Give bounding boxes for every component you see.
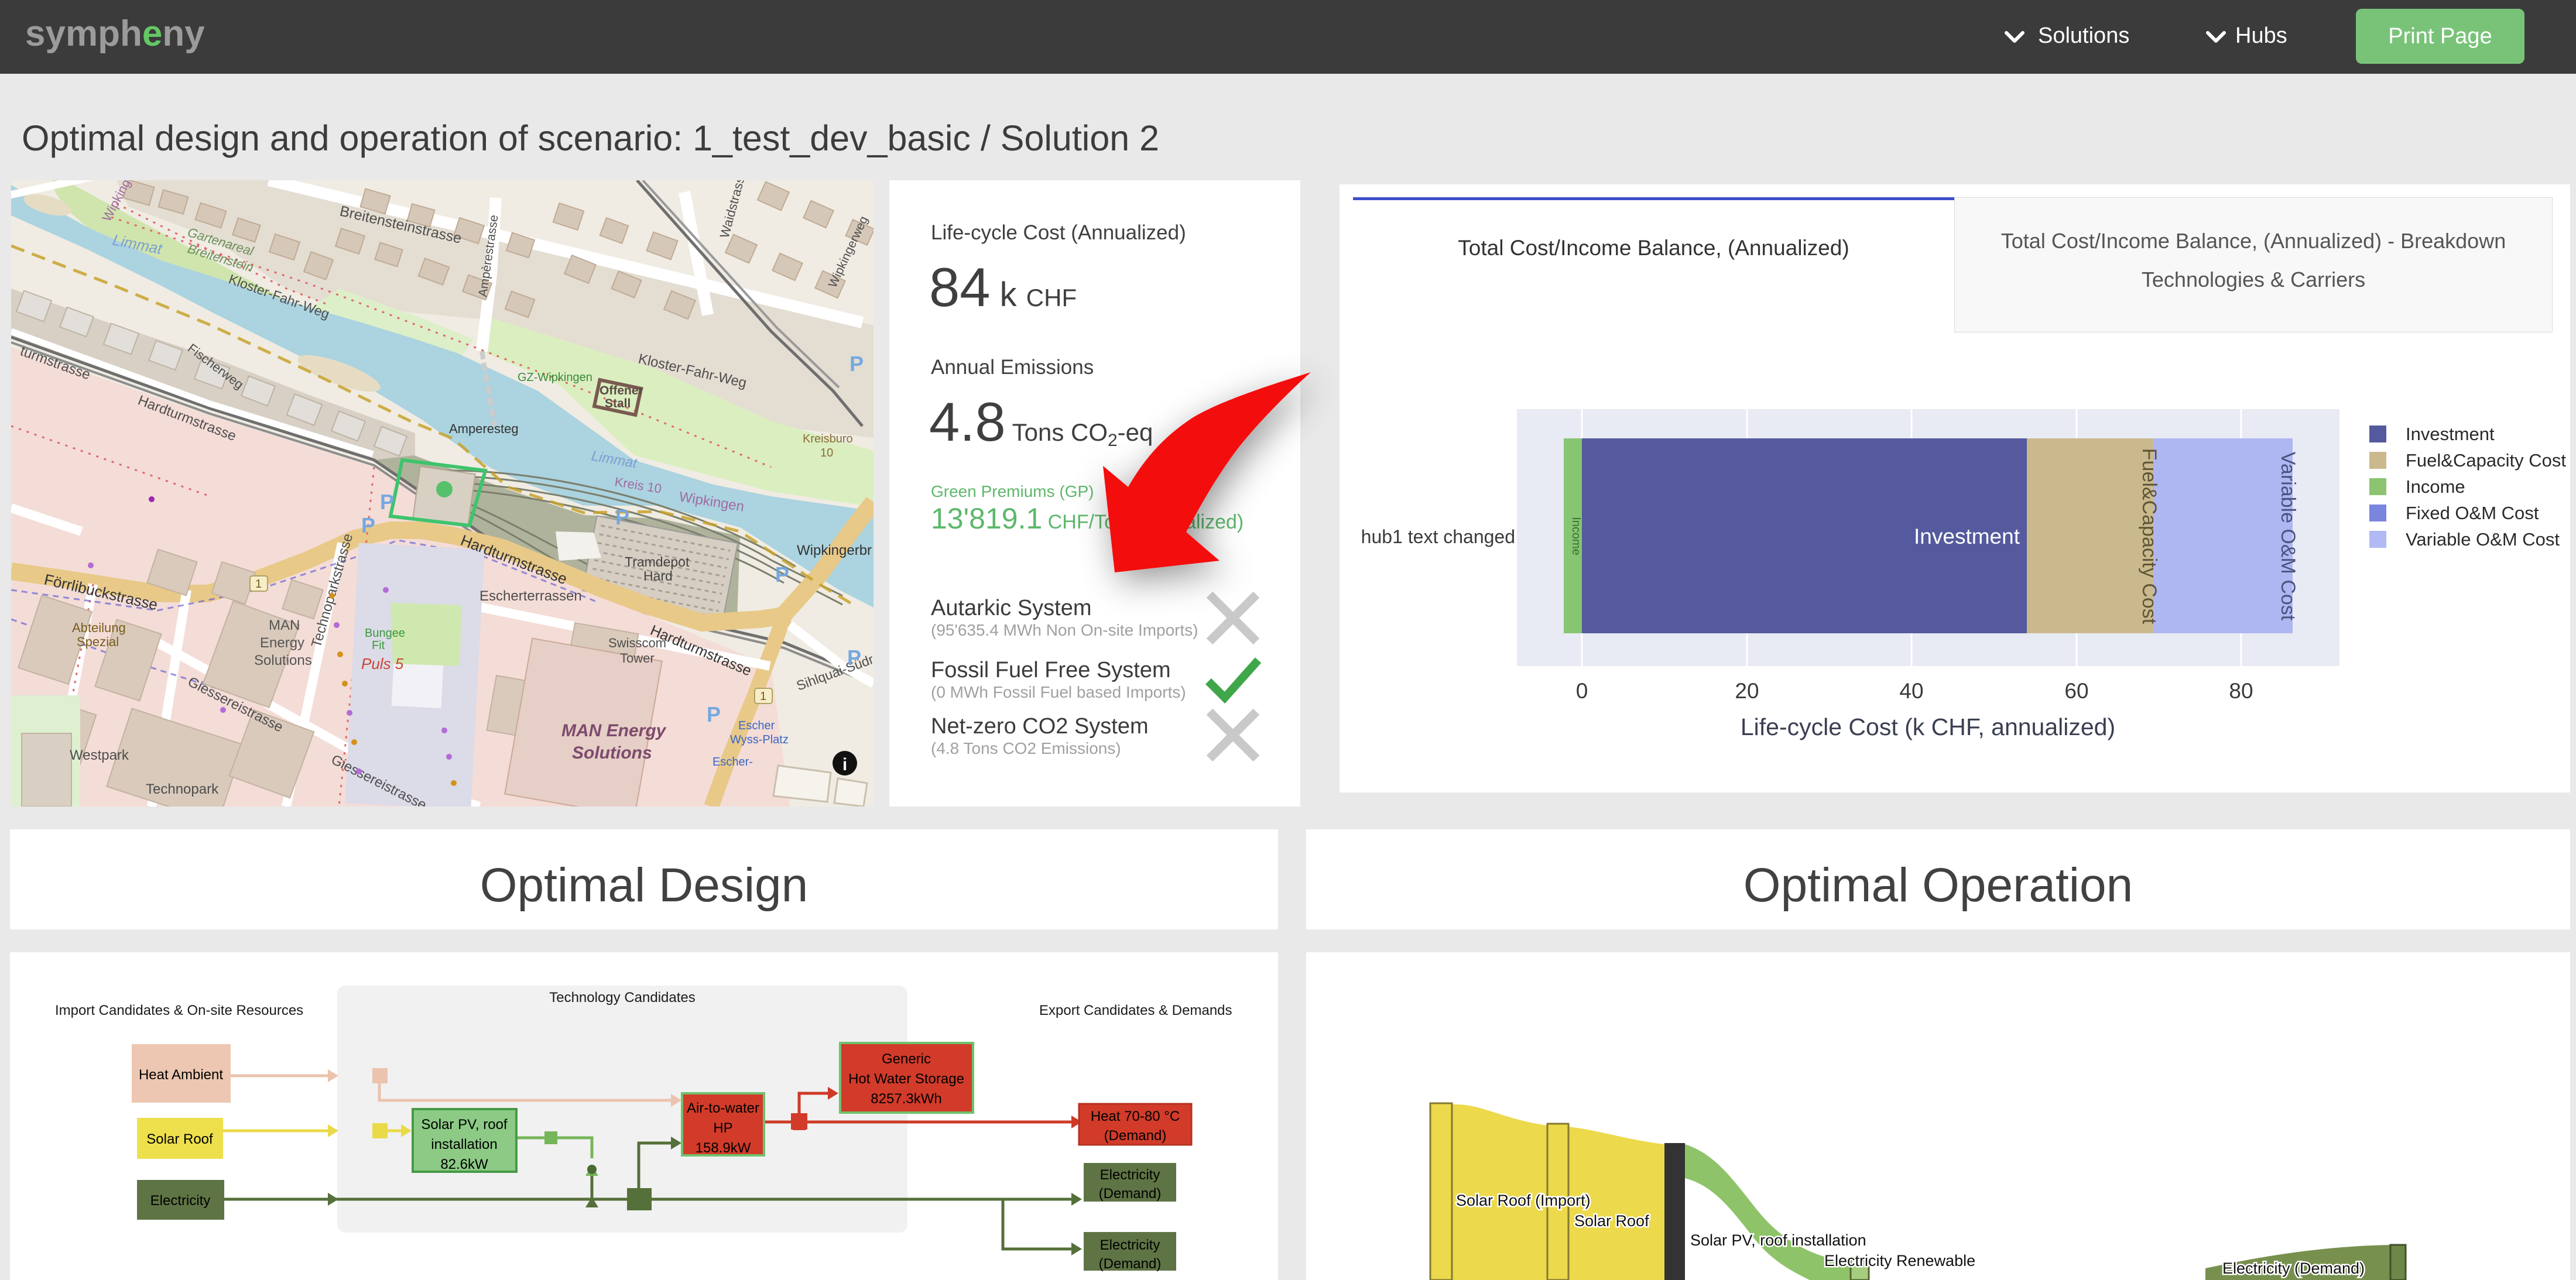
svg-text:Offener: Offener	[600, 384, 643, 397]
svg-text:Electricity (Demand): Electricity (Demand)	[2222, 1260, 2365, 1277]
svg-text:i: i	[842, 755, 847, 774]
svg-text:P: P	[849, 352, 864, 376]
svg-text:Air-to-water: Air-to-water	[687, 1100, 759, 1116]
svg-text:Life-cycle Cost (k CHF, annual: Life-cycle Cost (k CHF, annualized)	[1741, 713, 2115, 740]
svg-text:Solar PV, roof: Solar PV, roof	[421, 1117, 508, 1133]
svg-text:Solar Roof (Import): Solar Roof (Import)	[1456, 1192, 1591, 1209]
svg-text:Technology Candidates: Technology Candidates	[549, 990, 696, 1006]
svg-text:Escher-: Escher-	[712, 756, 753, 768]
svg-text:hub1 text changed: hub1 text changed	[1361, 526, 1515, 547]
svg-text:Stall: Stall	[605, 397, 631, 410]
svg-text:MAN: MAN	[269, 617, 300, 633]
svg-text:Technopark: Technopark	[146, 781, 219, 797]
svg-text:40: 40	[1899, 679, 1923, 703]
svg-text:10: 10	[820, 447, 833, 459]
svg-text:Fuel&Capacity Cost: Fuel&Capacity Cost	[2138, 448, 2160, 624]
svg-text:(Demand): (Demand)	[1099, 1186, 1162, 1202]
svg-text:Investment: Investment	[2406, 424, 2495, 444]
svg-text:Escher: Escher	[738, 719, 775, 732]
svg-text:Abteilung: Abteilung	[72, 620, 126, 635]
svg-text:Electricity: Electricity	[150, 1193, 211, 1209]
svg-text:P: P	[775, 562, 789, 586]
svg-text:Amperesteg: Amperesteg	[449, 421, 519, 436]
svg-text:GZ-Wipkingen: GZ-Wipkingen	[518, 371, 592, 384]
svg-text:82.6kW: 82.6kW	[440, 1157, 488, 1172]
svg-text:Import Candidates & On-site Re: Import Candidates & On-site Resources	[55, 1003, 303, 1018]
svg-text:80: 80	[2229, 679, 2253, 703]
svg-text:P: P	[361, 513, 375, 537]
svg-text:Variable O&M Cost: Variable O&M Cost	[2277, 452, 2299, 621]
svg-text:Bungee: Bungee	[365, 627, 405, 640]
svg-text:Solutions: Solutions	[254, 653, 312, 668]
svg-text:installation: installation	[431, 1137, 497, 1152]
svg-text:Electricity: Electricity	[1100, 1167, 1160, 1183]
svg-text:Swisscom: Swisscom	[608, 636, 666, 650]
svg-text:Tramdepot: Tramdepot	[625, 554, 690, 569]
svg-text:158.9kW: 158.9kW	[696, 1140, 751, 1156]
svg-text:Electricity: Electricity	[1100, 1237, 1160, 1253]
svg-text:Investment: Investment	[1914, 524, 2020, 548]
svg-text:HP: HP	[713, 1120, 732, 1136]
svg-text:P: P	[380, 490, 394, 514]
svg-text:Wipkingerbr: Wipkingerbr	[797, 543, 872, 558]
svg-text:Fixed O&M Cost: Fixed O&M Cost	[2406, 503, 2539, 523]
svg-text:Spezial: Spezial	[77, 634, 119, 649]
svg-text:Escherterrassen: Escherterrassen	[479, 588, 582, 604]
svg-text:P: P	[615, 505, 629, 529]
svg-text:Income: Income	[1570, 517, 1582, 555]
svg-text:(Demand): (Demand)	[1104, 1128, 1167, 1144]
svg-text:P: P	[847, 646, 861, 670]
svg-text:Solutions: Solutions	[572, 743, 652, 763]
svg-text:8257.3kWh: 8257.3kWh	[871, 1091, 941, 1107]
svg-text:Hot Water Storage: Hot Water Storage	[848, 1071, 964, 1087]
svg-text:Hard: Hard	[643, 568, 673, 584]
svg-text:Fuel&Capacity Cost: Fuel&Capacity Cost	[2406, 450, 2566, 471]
svg-text:Heat 70-80 °C: Heat 70-80 °C	[1091, 1109, 1180, 1124]
svg-text:Variable O&M Cost: Variable O&M Cost	[2406, 529, 2560, 550]
svg-text:Westpark: Westpark	[70, 747, 129, 763]
svg-text:MAN Energy: MAN Energy	[561, 721, 667, 740]
svg-text:Solar Roof: Solar Roof	[1574, 1212, 1649, 1230]
svg-text:Income: Income	[2406, 476, 2465, 497]
svg-text:Solar Roof: Solar Roof	[146, 1131, 213, 1147]
svg-text:Tower: Tower	[620, 651, 655, 665]
svg-text:Solar PV, roof installation: Solar PV, roof installation	[1690, 1231, 1866, 1249]
svg-text:1: 1	[760, 690, 766, 703]
svg-text:1: 1	[255, 578, 262, 591]
svg-text:20: 20	[1735, 679, 1759, 703]
svg-text:Fit: Fit	[372, 639, 385, 652]
svg-text:Heat Ambient: Heat Ambient	[139, 1067, 223, 1083]
svg-text:Energy: Energy	[260, 635, 304, 651]
svg-text:P: P	[707, 702, 721, 726]
svg-text:0: 0	[1576, 679, 1588, 703]
svg-text:Puls 5: Puls 5	[361, 655, 404, 672]
svg-text:60: 60	[2064, 679, 2088, 703]
svg-text:Kreisburo: Kreisburo	[803, 433, 853, 445]
svg-text:Electricity Renewable: Electricity Renewable	[1824, 1252, 1975, 1269]
svg-text:(Demand): (Demand)	[1099, 1256, 1162, 1272]
svg-text:Wyss-Platz: Wyss-Platz	[730, 733, 789, 746]
svg-text:Export Candidates & Demands: Export Candidates & Demands	[1039, 1003, 1232, 1018]
svg-text:Generic: Generic	[882, 1051, 931, 1067]
